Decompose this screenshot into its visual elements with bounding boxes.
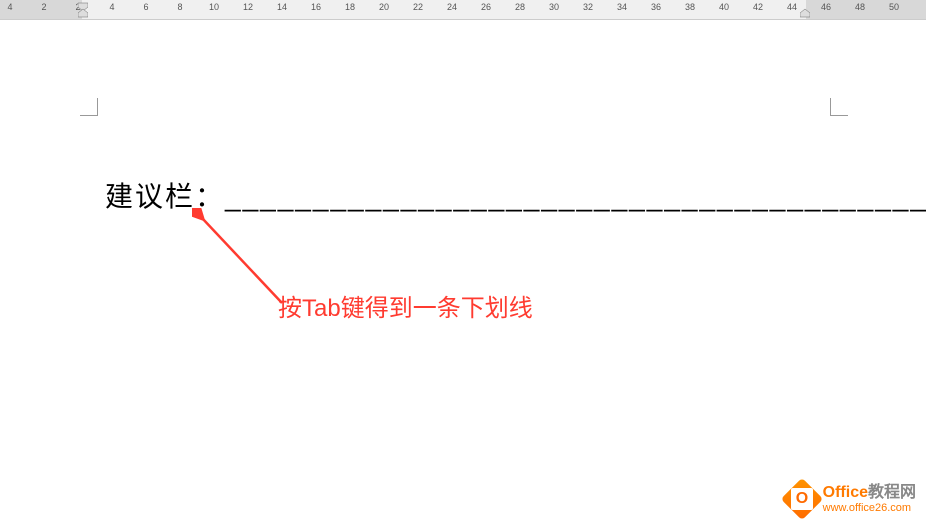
underline-fill: ________________________________________ bbox=[225, 181, 926, 212]
ruler-number: 8 bbox=[177, 2, 182, 12]
ruler-number: 12 bbox=[243, 2, 253, 12]
ruler-number: 20 bbox=[379, 2, 389, 12]
first-line-indent-marker[interactable] bbox=[78, 0, 88, 20]
ruler-number: 40 bbox=[719, 2, 729, 12]
ruler-number: 16 bbox=[311, 2, 321, 12]
ruler-number: 22 bbox=[413, 2, 423, 12]
ruler-number: 30 bbox=[549, 2, 559, 12]
ruler-number: 28 bbox=[515, 2, 525, 12]
margin-corner-top-left bbox=[80, 98, 98, 116]
right-indent-marker[interactable] bbox=[800, 0, 810, 20]
ruler-number: 42 bbox=[753, 2, 763, 12]
ruler-number: 6 bbox=[143, 2, 148, 12]
watermark-url: www.office26.com bbox=[823, 502, 916, 514]
ruler-number: 48 bbox=[855, 2, 865, 12]
ruler-number: 14 bbox=[277, 2, 287, 12]
annotation-text: 按Tab键得到一条下划线 bbox=[278, 288, 533, 323]
ruler-number: 44 bbox=[787, 2, 797, 12]
margin-corner-top-right bbox=[830, 98, 848, 116]
watermark-title: Office教程网 bbox=[823, 484, 916, 502]
watermark-logo-icon: O bbox=[780, 478, 822, 520]
ruler-number: 4 bbox=[109, 2, 114, 12]
suggestion-label: 建议栏： bbox=[105, 181, 225, 212]
ruler-number: 18 bbox=[345, 2, 355, 12]
ruler-number: 2 bbox=[41, 2, 46, 12]
horizontal-ruler[interactable]: 4224681012141618202224262830323436384042… bbox=[0, 0, 926, 20]
ruler-number: 26 bbox=[481, 2, 491, 12]
ruler-number: 36 bbox=[651, 2, 661, 12]
ruler-number: 10 bbox=[209, 2, 219, 12]
ruler-number: 32 bbox=[583, 2, 593, 12]
annotation-arrow bbox=[192, 208, 292, 308]
ruler-number: 38 bbox=[685, 2, 695, 12]
document-text-line[interactable]: 建议栏：____________________________________… bbox=[105, 175, 926, 215]
watermark: O Office教程网 www.office26.com bbox=[787, 484, 916, 514]
document-page[interactable]: 建议栏：____________________________________… bbox=[0, 20, 926, 522]
ruler-number: 34 bbox=[617, 2, 627, 12]
ruler-number: 24 bbox=[447, 2, 457, 12]
ruler-number: 4 bbox=[7, 2, 12, 12]
ruler-number: 46 bbox=[821, 2, 831, 12]
ruler-number: 50 bbox=[889, 2, 899, 12]
